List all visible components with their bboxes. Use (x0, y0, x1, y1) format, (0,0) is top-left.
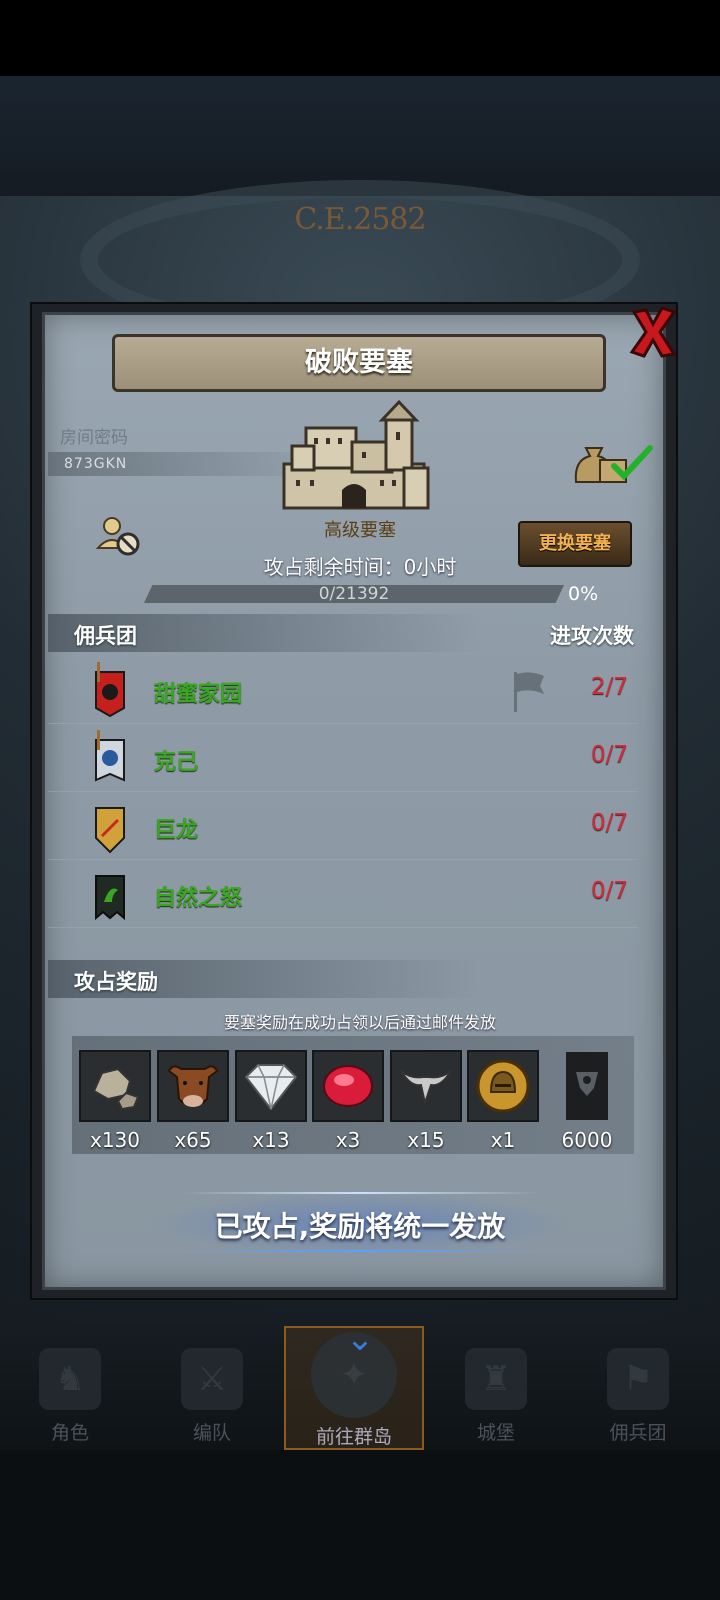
mercenary-section-header: 佣兵团 进攻次数 (48, 614, 668, 652)
capture-progress-text: 0/21392 (318, 584, 390, 604)
castle-icon (276, 398, 432, 516)
reward-item[interactable]: x1 (467, 1050, 539, 1152)
mercenary-name: 甜蜜家园 (154, 682, 243, 707)
horn-icon (390, 1050, 462, 1122)
attack-count: 0/7 (590, 810, 628, 836)
nav-tab-formation[interactable]: ⚔ 编队 (142, 1336, 282, 1448)
mercenary-banner-icon (95, 807, 125, 854)
reward-header: 攻占奖励 (74, 970, 158, 994)
mercenary-banner-icon (95, 730, 125, 782)
nav-label: 佣兵团 (609, 1422, 667, 1444)
mercenary-row[interactable]: 自然之怒 0/7 (48, 860, 638, 928)
nav-label: 前往群岛 (315, 1426, 392, 1448)
top-background (0, 76, 720, 196)
reward-item[interactable]: x65 (157, 1050, 229, 1152)
banner-icon (551, 1050, 623, 1122)
reward-item[interactable]: x3 (312, 1050, 384, 1152)
reward-qty: x1 (490, 1128, 516, 1152)
reward-qty: x13 (252, 1128, 290, 1152)
mercenary-banner-icon (95, 875, 125, 921)
attack-count: 0/7 (590, 742, 628, 768)
attack-count: 2/7 (590, 674, 628, 700)
nav-tab-character[interactable]: ♞ 角色 (0, 1336, 140, 1448)
flag-icon (510, 668, 550, 714)
bull-icon (157, 1050, 229, 1122)
claim-divider-top (180, 1192, 540, 1194)
mercenary-banner-icon (95, 662, 125, 718)
mercenary-row[interactable]: 巨龙 0/7 (48, 792, 638, 860)
capture-progress-percent: 0% (568, 583, 599, 605)
mercenary-name: 自然之怒 (154, 886, 243, 911)
mercenary-row[interactable]: 克己 0/7 (48, 724, 638, 792)
room-password-label: 房间密码 (60, 428, 128, 448)
knight-icon: ♞ (39, 1348, 101, 1410)
ruby-icon (312, 1050, 384, 1122)
reward-item[interactable]: x15 (390, 1050, 462, 1152)
time-remaining: 攻占剩余时间：0小时 (263, 555, 457, 579)
claim-status-text: 已攻占,奖励将统一发放 (214, 1210, 506, 1243)
castle-icon: ♜ (465, 1348, 527, 1410)
resource-bag-check-icon (572, 442, 656, 486)
status-bar-area (0, 0, 720, 76)
close-icon[interactable] (628, 304, 678, 360)
diamond-icon (235, 1050, 307, 1122)
reward-qty: x130 (89, 1128, 140, 1152)
chevron-down-icon: ⌄ (345, 1319, 375, 1359)
nav-label: 编队 (192, 1422, 231, 1444)
stone-icon (79, 1050, 151, 1122)
nav-tab-castle[interactable]: ♜ 城堡 (426, 1336, 566, 1448)
mercenary-header: 佣兵团 (74, 624, 137, 648)
reward-qty: x15 (407, 1128, 445, 1152)
mercenary-icon: ⚑ (607, 1348, 669, 1410)
attack-count-header: 进攻次数 (550, 624, 634, 648)
claim-divider-bottom (180, 1250, 540, 1252)
reward-item[interactable]: x130 (79, 1050, 151, 1152)
reward-note: 要塞奖励在成功占领以后通过邮件发放 (223, 1013, 496, 1032)
reward-item[interactable]: x13 (235, 1050, 307, 1152)
nav-tab-mercenary[interactable]: ⚑ 佣兵团 (568, 1336, 708, 1448)
reward-qty: x3 (335, 1128, 361, 1152)
reward-section-header: 攻占奖励 (48, 960, 668, 998)
helmet-medal-icon (467, 1050, 539, 1122)
formation-icon: ⚔ (181, 1348, 243, 1410)
nav-label: 城堡 (476, 1422, 515, 1444)
reward-qty: x65 (174, 1128, 212, 1152)
reward-item[interactable]: 6000 (551, 1050, 623, 1152)
dialog-title: 破败要塞 (112, 334, 606, 392)
attack-count: 0/7 (590, 878, 628, 904)
reward-qty: 6000 (561, 1128, 613, 1152)
mercenary-name: 巨龙 (154, 818, 199, 843)
nav-label: 角色 (50, 1422, 89, 1444)
era-label: C.E.2582 (294, 202, 426, 237)
bottom-background (0, 1450, 720, 1600)
mercenary-name: 克己 (154, 750, 199, 775)
